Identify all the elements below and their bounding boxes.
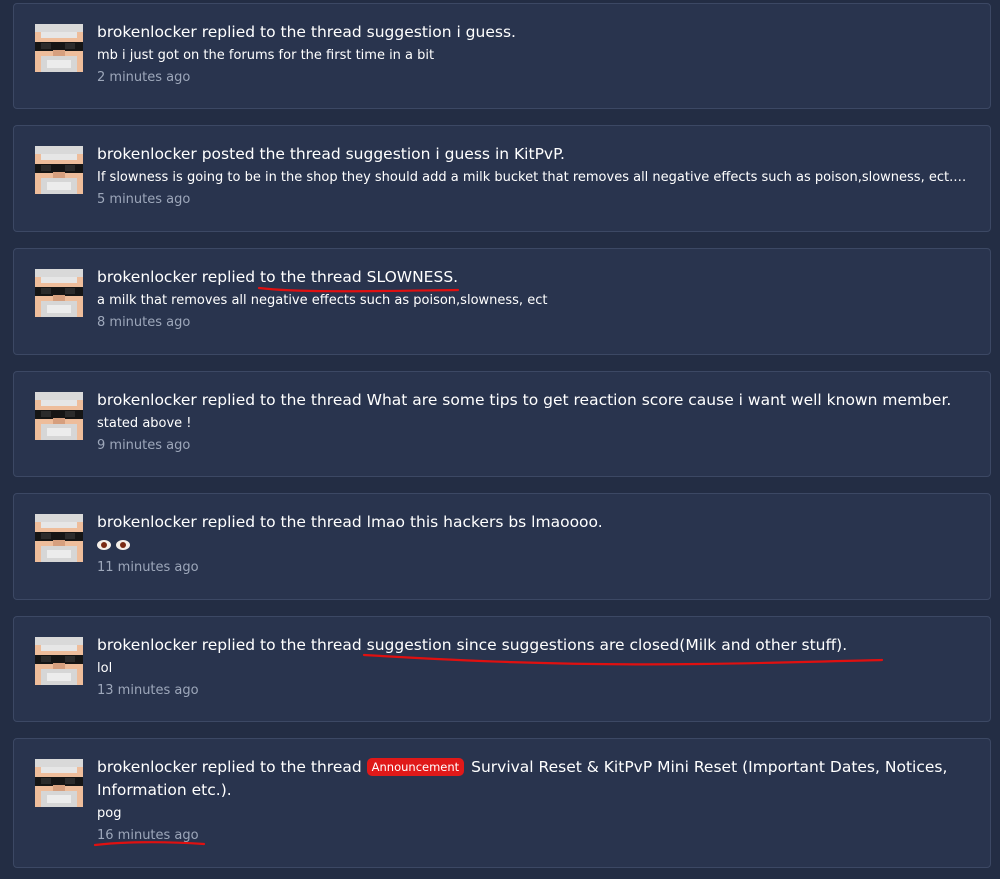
action-text: replied to the thread: [201, 391, 362, 409]
timestamp[interactable]: 13 minutes ago: [97, 680, 970, 702]
timestamp[interactable]: 9 minutes ago: [97, 435, 970, 457]
eye-emoji-icon: [97, 540, 111, 550]
action-text: replied to the thread: [201, 513, 362, 531]
post-snippet: lol: [97, 661, 113, 676]
action-text: replied to the thread: [201, 23, 362, 41]
thread-link[interactable]: SLOWNESS.: [367, 268, 458, 286]
activity-feed: brokenlocker replied to the thread sugge…: [0, 0, 1000, 879]
action-text: replied to the thread: [201, 636, 362, 654]
username-link[interactable]: brokenlocker: [97, 758, 197, 776]
post-snippet: [97, 535, 970, 557]
username-link[interactable]: brokenlocker: [97, 513, 197, 531]
in-text: in: [494, 145, 510, 163]
list-item: brokenlocker replied to the thread What …: [13, 371, 991, 477]
thread-link[interactable]: What are some tips to get reaction score…: [367, 391, 952, 409]
list-item: brokenlocker replied to the thread sugge…: [13, 3, 991, 109]
username-link[interactable]: brokenlocker: [97, 23, 197, 41]
activity-title: brokenlocker posted the thread suggestio…: [97, 143, 970, 166]
list-item: brokenlocker replied to the thread lmao …: [13, 493, 991, 600]
activity-title: brokenlocker replied to the thread lmao …: [97, 511, 970, 534]
post-snippet: a milk that removes all negative effects…: [97, 293, 548, 308]
announcement-badge[interactable]: Announcement: [366, 758, 465, 776]
list-item: brokenlocker posted the thread suggestio…: [13, 125, 991, 232]
post-snippet: stated above !: [97, 416, 192, 431]
action-text: replied to the thread: [201, 268, 362, 286]
post-snippet: pog: [97, 806, 122, 821]
thread-link[interactable]: suggestion i guess: [346, 145, 490, 163]
list-item: brokenlocker replied to the thread Annou…: [13, 738, 991, 868]
timestamp[interactable]: 2 minutes ago: [97, 67, 970, 89]
avatar[interactable]: [35, 637, 83, 685]
username-link[interactable]: brokenlocker: [97, 145, 197, 163]
avatar[interactable]: [35, 269, 83, 317]
avatar[interactable]: [35, 146, 83, 194]
activity-title: brokenlocker replied to the thread sugge…: [97, 21, 970, 44]
activity-title: brokenlocker replied to the thread sugge…: [97, 634, 970, 657]
avatar[interactable]: [35, 24, 83, 72]
username-link[interactable]: brokenlocker: [97, 391, 197, 409]
avatar[interactable]: [35, 514, 83, 562]
action-text: posted the thread: [201, 145, 341, 163]
activity-title: brokenlocker replied to the thread What …: [97, 389, 970, 412]
username-link[interactable]: brokenlocker: [97, 268, 197, 286]
activity-title: brokenlocker replied to the thread SLOWN…: [97, 266, 970, 289]
eye-emoji-icon: [116, 540, 130, 550]
list-item: brokenlocker replied to the thread sugge…: [13, 616, 991, 722]
post-snippet: If slowness is going to be in the shop t…: [97, 170, 970, 185]
list-item: brokenlocker replied to the thread SLOWN…: [13, 248, 991, 355]
avatar[interactable]: [35, 392, 83, 440]
thread-link[interactable]: suggestion i guess.: [367, 23, 516, 41]
activity-title: brokenlocker replied to the thread Annou…: [97, 756, 970, 802]
action-text: replied to the thread: [201, 758, 362, 776]
thread-link[interactable]: lmao this hackers bs lmaoooo.: [367, 513, 603, 531]
timestamp[interactable]: 5 minutes ago: [97, 189, 970, 211]
avatar[interactable]: [35, 759, 83, 807]
timestamp[interactable]: 8 minutes ago: [97, 312, 970, 334]
forum-link[interactable]: KitPvP.: [514, 145, 565, 163]
post-snippet: mb i just got on the forums for the firs…: [97, 48, 435, 63]
timestamp[interactable]: 11 minutes ago: [97, 557, 970, 579]
timestamp[interactable]: 16 minutes ago: [97, 825, 970, 847]
username-link[interactable]: brokenlocker: [97, 636, 197, 654]
thread-link[interactable]: suggestion since suggestions are closed(…: [367, 636, 848, 654]
